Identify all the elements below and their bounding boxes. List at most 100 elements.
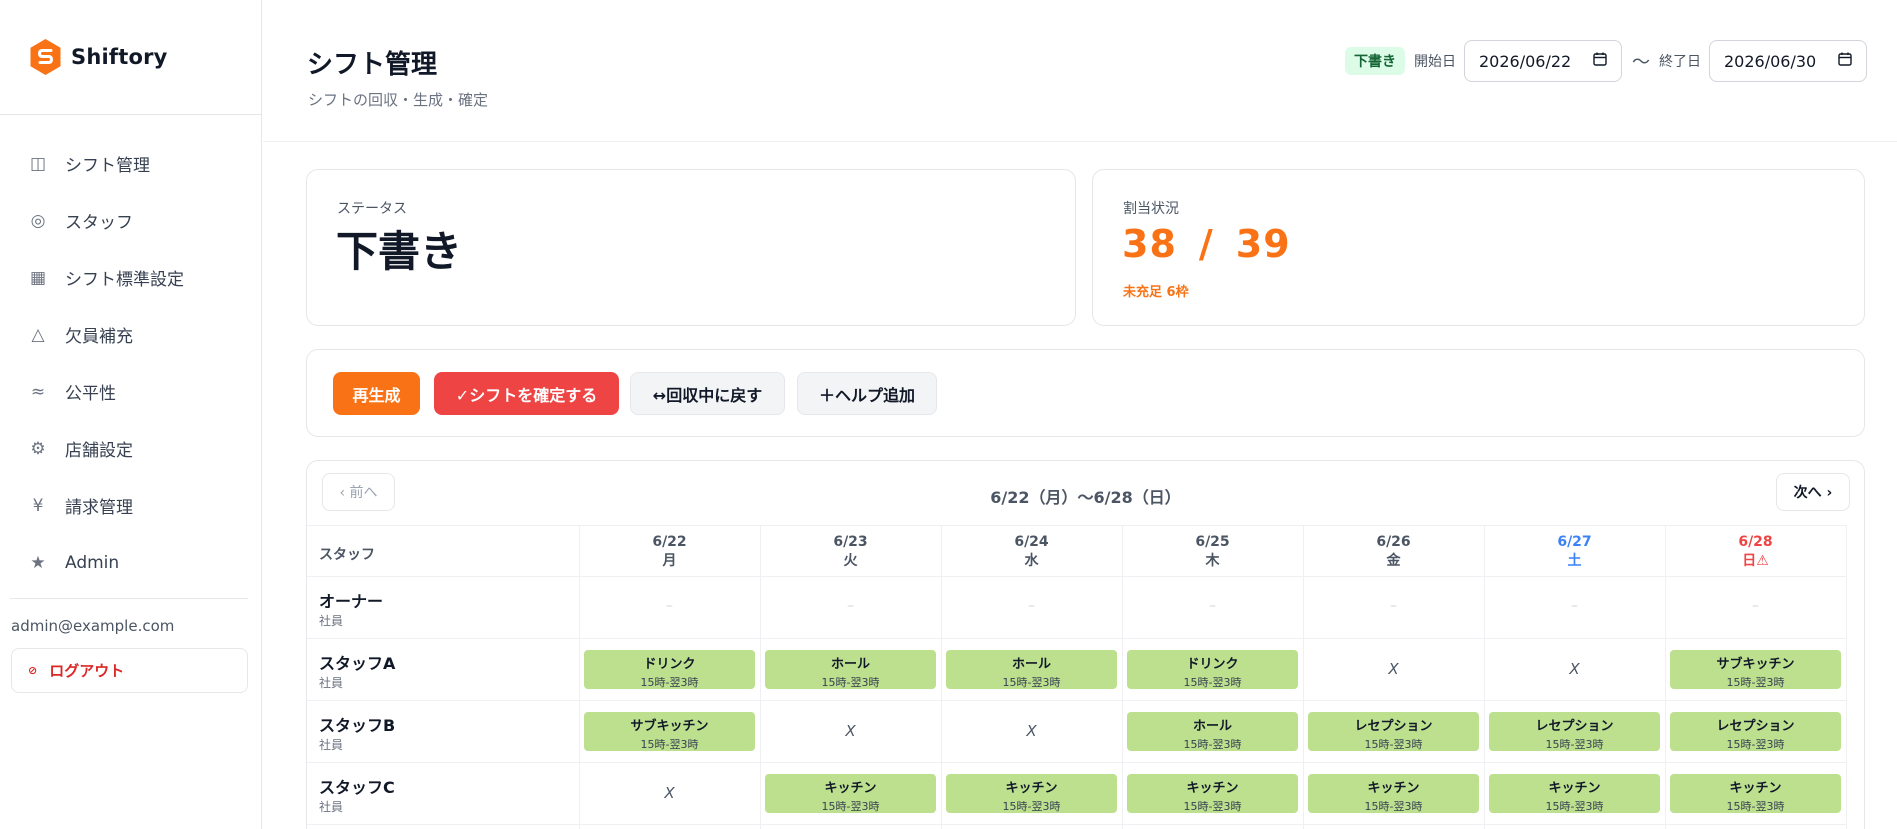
- sidebar-item-3[interactable]: △ 欠員補充: [0, 306, 261, 363]
- sidebar-item-label: 請求管理: [65, 498, 133, 518]
- empty-cell[interactable]: –: [1484, 598, 1665, 614]
- sidebar-item-label: シフト標準設定: [65, 270, 184, 290]
- shift-role: ドリンク: [643, 657, 696, 672]
- calendar-icon[interactable]: [1593, 52, 1607, 70]
- shift-cell[interactable]: レセプション 15時-翌3時: [1670, 712, 1841, 751]
- calendar-icon[interactable]: [1838, 52, 1852, 70]
- assigned-count: 38: [1122, 222, 1177, 266]
- shift-cell[interactable]: ホール 15時-翌3時: [1127, 712, 1298, 751]
- empty-cell[interactable]: –: [579, 598, 760, 614]
- sidebar-item-6[interactable]: ¥ 請求管理: [0, 477, 261, 534]
- sidebar-nav: ◫ シフト管理 ◎ スタッフ ▦ シフト標準設定 △ 欠員補充 ≈ 公平性 ⚙ 店舗設定 ¥ 請求管理 ★ A…: [0, 115, 261, 591]
- start-date-value: 2026/06/22: [1479, 51, 1572, 71]
- shift-cell[interactable]: キッチン 15時-翌3時: [1308, 774, 1479, 813]
- sidebar-item-7[interactable]: ★ Admin: [0, 534, 261, 591]
- off-cell[interactable]: X: [1303, 660, 1484, 678]
- page-header: シフト管理 シフトの回収・生成・確定 下書き 開始日 2026/06/22 〜 …: [263, 0, 1897, 142]
- sidebar-divider: [10, 598, 248, 599]
- logout-icon: ⊘: [28, 664, 38, 677]
- start-date-input[interactable]: 2026/06/22: [1464, 40, 1622, 82]
- shift-time: 15時-翌3時: [1726, 800, 1785, 813]
- status-value: 下書き: [336, 227, 463, 276]
- sidebar-item-5[interactable]: ⚙ 店舗設定: [0, 420, 261, 477]
- shift-cell[interactable]: サブキッチン 15時-翌3時: [584, 712, 755, 751]
- shift-role: サブキッチン: [1716, 657, 1795, 672]
- off-cell[interactable]: X: [941, 722, 1122, 740]
- table-row: スタッフB 社員 サブキッチン 15時-翌3時 X X ホール 15時-翌3時 レセプション 15…: [307, 701, 1846, 763]
- day-date: 6/28: [1738, 534, 1773, 550]
- start-date-label: 開始日: [1414, 54, 1456, 70]
- shift-role: キッチン: [1729, 781, 1782, 796]
- table-row: オーナー 社員 – – – – – – –: [307, 577, 1846, 639]
- range-separator: 〜: [1632, 52, 1650, 73]
- staff-type: 社員: [319, 676, 344, 690]
- staff-name[interactable]: スタッフC: [319, 774, 395, 798]
- day-header: 6/24 水: [941, 533, 1122, 571]
- sidebar-item-label: 公平性: [65, 384, 116, 404]
- day-weekday: 金: [1386, 553, 1401, 569]
- end-date-label: 終了日: [1659, 54, 1701, 70]
- end-date-input[interactable]: 2026/06/30: [1709, 40, 1867, 82]
- add-help-button[interactable]: ＋ヘルプ追加: [797, 372, 937, 415]
- shift-cell[interactable]: ホール 15時-翌3時: [765, 650, 936, 689]
- shift-role: レセプション: [1716, 719, 1795, 734]
- day-weekday: 木: [1205, 553, 1220, 569]
- shift-time: 15時-翌3時: [1364, 800, 1423, 813]
- staff-type: 社員: [319, 738, 344, 752]
- sidebar-item-1[interactable]: ◎ スタッフ: [0, 192, 261, 249]
- star-icon: ★: [30, 552, 46, 573]
- shift-role: キッチン: [824, 781, 877, 796]
- off-cell[interactable]: X: [760, 722, 941, 740]
- shift-role: ホール: [830, 657, 870, 672]
- page-subtitle: シフトの回収・生成・確定: [308, 91, 489, 109]
- next-week-button[interactable]: 次へ ›: [1776, 473, 1850, 511]
- shift-cell[interactable]: キッチン 15時-翌3時: [946, 774, 1117, 813]
- shift-cell[interactable]: キッチン 15時-翌3時: [765, 774, 936, 813]
- shift-cell[interactable]: ドリンク 15時-翌3時: [1127, 650, 1298, 689]
- sidebar-item-2[interactable]: ▦ シフト標準設定: [0, 249, 261, 306]
- action-bar: 再生成 ✓シフトを確定する ↔回収中に戻す ＋ヘルプ追加: [306, 349, 1865, 437]
- shift-cell[interactable]: ホール 15時-翌3時: [946, 650, 1117, 689]
- sidebar-item-4[interactable]: ≈ 公平性: [0, 363, 261, 420]
- columns-icon: ◫: [29, 153, 47, 174]
- day-weekday: 月: [662, 553, 677, 569]
- shift-role: ホール: [1011, 657, 1051, 672]
- shift-cell[interactable]: レセプション 15時-翌3時: [1489, 712, 1660, 751]
- schedule-header-row: スタッフ 6/22 月 6/23 火 6/24 水 6/25 木 6/26 金 6/27 土 6/28 日⚠: [307, 525, 1846, 577]
- empty-cell[interactable]: –: [760, 598, 941, 614]
- brand[interactable]: Shiftory: [0, 0, 261, 115]
- empty-cell[interactable]: –: [1665, 598, 1846, 614]
- empty-cell[interactable]: –: [941, 598, 1122, 614]
- table-row: スタッフA 社員 ドリンク 15時-翌3時 ホール 15時-翌3時 ホール 15時-翌3時 ドリ…: [307, 639, 1846, 701]
- staff-name[interactable]: スタッフA: [319, 650, 395, 674]
- staff-name[interactable]: オーナー: [319, 588, 383, 612]
- end-date-value: 2026/06/30: [1724, 51, 1817, 71]
- sidebar-item-0[interactable]: ◫ シフト管理: [0, 135, 261, 192]
- off-cell[interactable]: X: [579, 784, 760, 802]
- shift-cell[interactable]: サブキッチン 15時-翌3時: [1670, 650, 1841, 689]
- logout-button[interactable]: ⊘ ログアウト: [11, 648, 248, 693]
- shift-cell[interactable]: ドリンク 15時-翌3時: [584, 650, 755, 689]
- date-range-controls: 下書き 開始日 2026/06/22 〜 終了日 2026/06/30: [1345, 40, 1867, 82]
- shift-cell[interactable]: キッチン 15時-翌3時: [1670, 774, 1841, 813]
- shift-cell[interactable]: キッチン 15時-翌3時: [1489, 774, 1660, 813]
- off-cell[interactable]: X: [1484, 660, 1665, 678]
- revert-to-collecting-button[interactable]: ↔回収中に戻す: [630, 372, 785, 415]
- shift-time: 15時-翌3時: [640, 738, 699, 751]
- empty-cell[interactable]: –: [1303, 598, 1484, 614]
- sidebar-item-label: Admin: [65, 552, 120, 573]
- regenerate-button[interactable]: 再生成: [333, 372, 420, 415]
- sidebar-item-label: スタッフ: [65, 213, 133, 233]
- user-email: admin@example.com: [11, 617, 175, 635]
- empty-cell[interactable]: –: [1122, 598, 1303, 614]
- approx-icon: ≈: [30, 381, 46, 402]
- confirm-shift-button[interactable]: ✓シフトを確定する: [434, 372, 619, 415]
- day-header: 6/23 火: [760, 533, 941, 571]
- shiftory-logo-icon: [29, 38, 62, 76]
- status-card: ステータス 下書き: [306, 169, 1076, 326]
- shift-cell[interactable]: キッチン 15時-翌3時: [1127, 774, 1298, 813]
- shift-cell[interactable]: レセプション 15時-翌3時: [1308, 712, 1479, 751]
- yen-icon: ¥: [32, 495, 44, 516]
- staff-name[interactable]: スタッフB: [319, 712, 395, 736]
- allocation-separator: /: [1198, 222, 1214, 266]
